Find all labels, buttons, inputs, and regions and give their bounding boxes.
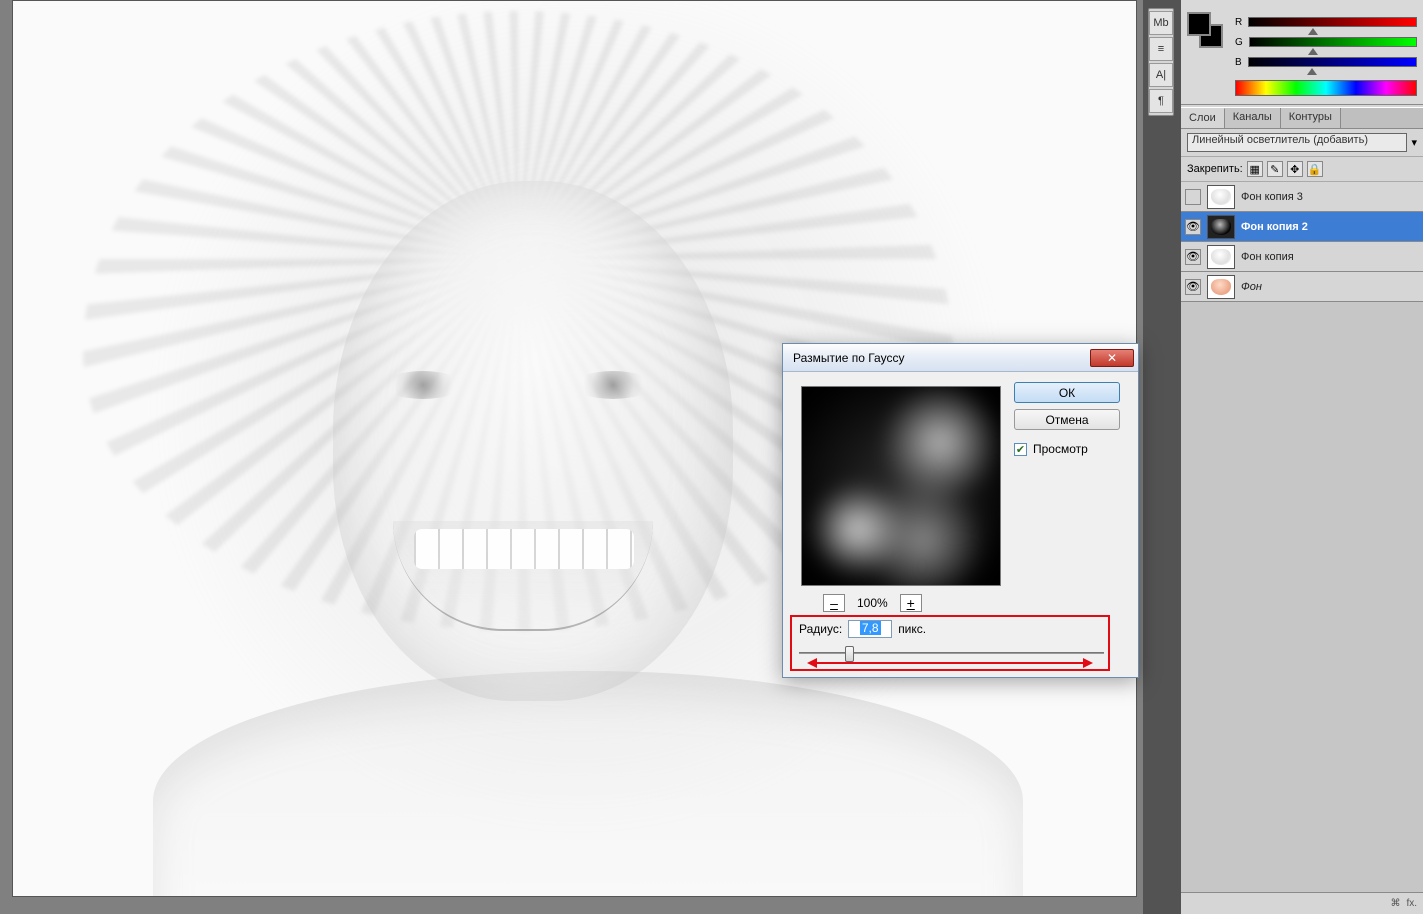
visibility-toggle[interactable]	[1185, 189, 1201, 205]
rgb-sliders: R G B	[1235, 12, 1417, 72]
slider-r-thumb[interactable]	[1308, 28, 1318, 35]
link-icon[interactable]: ⌘	[1390, 898, 1400, 909]
lock-all-icon[interactable]: 🔒	[1307, 161, 1323, 177]
layer-thumbnail[interactable]	[1207, 245, 1235, 269]
zoom-in-button[interactable]: +	[900, 594, 922, 612]
lock-label: Закрепить:	[1187, 163, 1243, 175]
layer-name[interactable]: Фон	[1241, 281, 1262, 293]
slider-b-thumb[interactable]	[1307, 68, 1317, 75]
visibility-toggle[interactable]: 👁	[1185, 249, 1201, 265]
dialog-body: – 100% + ОК Отмена ✔ Просмотр Радиус: 7,…	[783, 372, 1138, 677]
color-spectrum[interactable]	[1235, 80, 1417, 96]
layer-name[interactable]: Фон копия 2	[1241, 221, 1308, 233]
lock-brush-icon[interactable]: ✎	[1267, 161, 1283, 177]
blend-mode-select[interactable]: Линейный осветлитель (добавить)	[1187, 133, 1407, 152]
right-panels-column: R G B Слои Каналы Контуры Линейный освет…	[1181, 0, 1423, 914]
radius-label: Радиус:	[799, 622, 842, 636]
foreground-swatch[interactable]	[1187, 12, 1211, 36]
radius-unit: пикс.	[898, 622, 926, 636]
layers-footer: ⌘ fx.	[1181, 892, 1423, 914]
layer-row[interactable]: 👁 Фон копия	[1181, 242, 1423, 272]
lock-move-icon[interactable]: ✥	[1287, 161, 1303, 177]
layer-name[interactable]: Фон копия 3	[1241, 191, 1303, 203]
zoom-percentage: 100%	[857, 596, 888, 610]
blur-preview-content	[801, 386, 1001, 586]
visibility-toggle[interactable]: 👁	[1185, 279, 1201, 295]
slider-g-label: G	[1235, 37, 1243, 48]
layer-thumbnail[interactable]	[1207, 275, 1235, 299]
close-icon: ✕	[1107, 351, 1117, 365]
visibility-toggle[interactable]: 👁	[1185, 219, 1201, 235]
layer-thumbnail[interactable]	[1207, 215, 1235, 239]
tab-layers[interactable]: Слои	[1181, 108, 1225, 128]
zoom-out-button[interactable]: –	[823, 594, 845, 612]
annotation-arrow	[807, 659, 1093, 667]
layer-row[interactable]: 👁 Фон	[1181, 272, 1423, 302]
sketch-eye-right	[573, 371, 653, 399]
sketch-teeth	[414, 529, 634, 569]
layer-list[interactable]: Фон копия 3 👁 Фон копия 2 👁 Фон копия 👁 …	[1181, 182, 1423, 892]
layer-row[interactable]: Фон копия 3	[1181, 182, 1423, 212]
layers-panel-tabs: Слои Каналы Контуры	[1181, 108, 1423, 129]
color-panel: R G B	[1181, 0, 1423, 105]
cancel-button[interactable]: Отмена	[1014, 409, 1120, 430]
close-button[interactable]: ✕	[1090, 349, 1134, 367]
slider-g-thumb[interactable]	[1308, 48, 1318, 55]
slider-r-label: R	[1235, 17, 1242, 28]
color-swatches[interactable]	[1187, 12, 1225, 50]
slider-r[interactable]: R	[1235, 12, 1417, 32]
slider-b-label: B	[1235, 57, 1242, 68]
chevron-down-icon: ▾	[1411, 136, 1417, 149]
vertical-toolbar: Mb ≡ A| ¶	[1148, 8, 1174, 116]
dialog-titlebar[interactable]: Размытие по Гауссу ✕	[783, 344, 1138, 372]
preview-checkbox[interactable]: ✔	[1014, 443, 1027, 456]
ok-button[interactable]: ОК	[1014, 382, 1120, 403]
slider-g[interactable]: G	[1235, 32, 1417, 52]
tab-channels[interactable]: Каналы	[1225, 108, 1281, 128]
preview-checkbox-label: Просмотр	[1033, 442, 1088, 456]
toolbar-button-paragraph[interactable]: ¶	[1149, 89, 1173, 113]
toolbar-button-list[interactable]: ≡	[1149, 37, 1173, 61]
toolbar-button-mb[interactable]: Mb	[1149, 11, 1173, 35]
tab-paths[interactable]: Контуры	[1281, 108, 1341, 128]
layers-panel: Слои Каналы Контуры Линейный осветлитель…	[1181, 107, 1423, 914]
fx-icon[interactable]: fx.	[1406, 898, 1417, 909]
sketch-eye-left	[383, 371, 463, 399]
lock-pixels-icon[interactable]: ▦	[1247, 161, 1263, 177]
gaussian-blur-dialog: Размытие по Гауссу ✕ – 100% + ОК Отмена …	[782, 343, 1139, 678]
layer-row[interactable]: 👁 Фон копия 2	[1181, 212, 1423, 242]
layer-name[interactable]: Фон копия	[1241, 251, 1294, 263]
dialog-title: Размытие по Гауссу	[793, 351, 1090, 365]
radius-input[interactable]: 7,8	[848, 620, 892, 638]
toolbar-button-character[interactable]: A|	[1149, 63, 1173, 87]
slider-b[interactable]: B	[1235, 52, 1417, 72]
blur-preview[interactable]	[801, 386, 1001, 586]
layer-thumbnail[interactable]	[1207, 185, 1235, 209]
